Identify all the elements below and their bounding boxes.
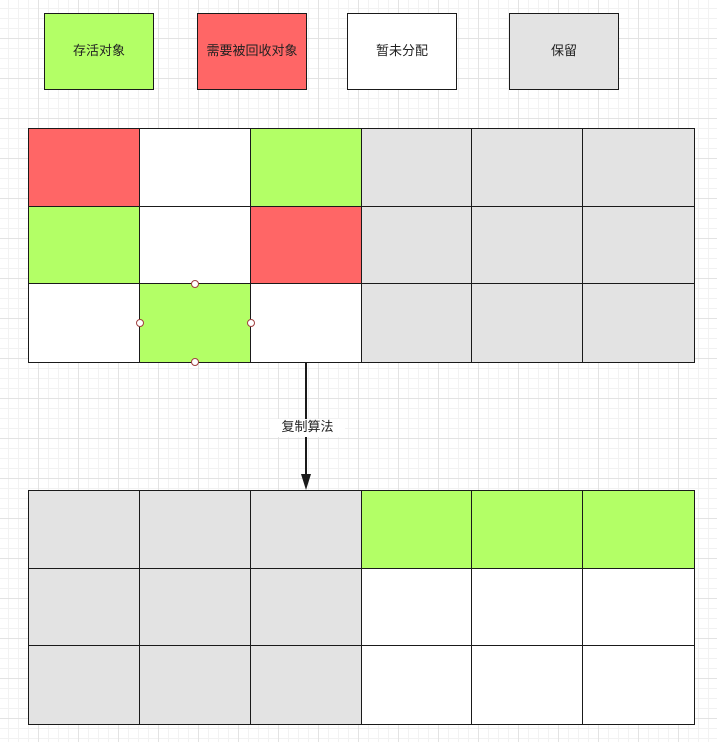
before-cell-free [29,284,140,362]
before-cell-reserved [472,284,584,362]
after-cell-free [361,568,473,647]
before-cell-live [139,284,251,362]
after-cell-reserved [139,568,251,647]
memory-grid-after [28,490,695,725]
before-cell-live [250,129,362,207]
legend-live-label: 存活对象 [72,43,125,59]
legend-free-label: 暂未分配 [375,43,428,59]
after-cell-reserved [139,646,251,724]
legend-reserved-label: 保留 [550,43,577,59]
after-cell-reserved [250,568,362,647]
selection-handle-left[interactable] [136,319,144,327]
after-cell-reserved [29,568,140,647]
before-cell-reserved [361,284,473,362]
before-cell-recycle [29,129,140,207]
after-cell-live [361,491,473,569]
before-cell-reserved [361,206,473,285]
legend-reserved: 保留 [509,13,619,90]
after-cell-reserved [139,491,251,569]
selection-handle-bottom[interactable] [191,358,199,366]
after-cell-free [472,568,584,647]
before-cell-recycle [250,206,362,285]
after-cell-live [583,491,694,569]
before-cell-free [139,206,251,285]
after-cell-free [472,646,584,724]
before-cell-reserved [361,129,473,207]
after-cell-free [583,568,694,647]
before-cell-live [29,206,140,285]
selection-handle-top[interactable] [191,280,199,288]
memory-grid-before [28,128,695,363]
legend-unallocated: 暂未分配 [347,13,457,90]
selection-handle-right[interactable] [247,319,255,327]
before-cell-reserved [583,206,694,285]
after-cell-reserved [250,491,362,569]
after-cell-free [583,646,694,724]
after-cell-reserved [250,646,362,724]
arrow-label: 复制算法 [270,419,345,437]
before-cell-reserved [583,284,694,362]
before-cell-reserved [472,129,584,207]
after-cell-reserved [29,491,140,569]
before-cell-reserved [472,206,584,285]
legend-live-object: 存活对象 [44,13,154,90]
after-cell-free [361,646,473,724]
after-cell-live [472,491,584,569]
after-cell-reserved [29,646,140,724]
legend-recycle-object: 需要被回收对象 [197,13,307,90]
before-cell-reserved [583,129,694,207]
before-cell-free [139,129,251,207]
before-cell-free [250,284,362,362]
legend-recycle-label: 需要被回收对象 [206,43,298,59]
